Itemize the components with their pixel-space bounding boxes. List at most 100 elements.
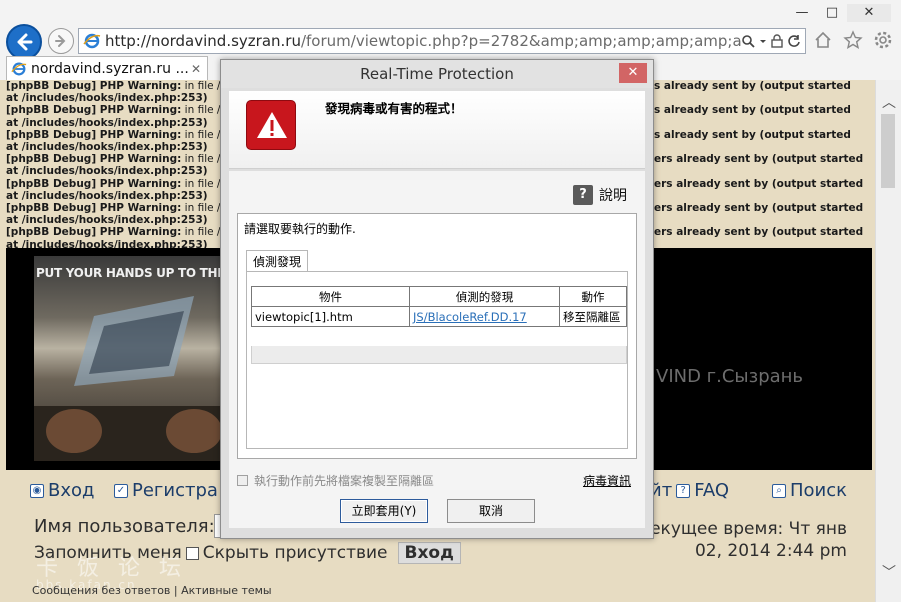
scroll-thumb[interactable]: [881, 114, 895, 188]
lock-icon[interactable]: [771, 34, 783, 48]
login-icon: ◉: [30, 483, 44, 498]
tab-detections[interactable]: 偵測發現: [246, 250, 309, 272]
forward-arrow-icon: [55, 35, 66, 47]
register-icon: ✓: [114, 483, 128, 498]
hide-presence-label: Скрыть присутствие: [202, 543, 388, 563]
action-prompt: 請選取要執行的動作.: [244, 222, 356, 236]
refresh-icon[interactable]: [787, 34, 801, 48]
time-line-2: 02, 2014 2:44 pm: [694, 541, 847, 561]
copy-quarantine-label: 執行動作前先將檔案複製至隔離區: [254, 474, 435, 488]
debug-line-right: ers already sent by (output started: [654, 226, 864, 239]
hide-presence-checkbox[interactable]: [185, 546, 199, 560]
ie-favicon-icon: [83, 33, 101, 49]
dialog-header: 發現病毒或有害的程式！: [229, 91, 645, 169]
detections-tab-content: 物件 偵測的發現 動作 viewtopic[1].htm JS/BlacoleR…: [246, 271, 628, 449]
browser-tab[interactable]: nordavind.syzran.ru ... ✕: [6, 56, 208, 80]
window-controls: — □ ✕: [787, 4, 891, 22]
address-tools: [741, 34, 805, 48]
debug-line-left: [phpBB Debug] PHP Warning: in file /i: [6, 202, 224, 214]
copy-to-quarantine-option: 執行動作前先將檔案複製至隔離區: [237, 472, 434, 489]
debug-line-left: [phpBB Debug] PHP Warning: in file /i: [6, 177, 224, 190]
virus-info-link[interactable]: 病毒資訊: [583, 472, 631, 489]
cancel-button[interactable]: 取消: [447, 499, 535, 523]
current-time: Текущее время: Чт янв 02, 2014 2:44 pm: [640, 518, 847, 562]
debug-line-left: at /includes/hooks/index.php:253): [6, 141, 208, 153]
address-host: http://nordavind.syzran.ru: [105, 32, 301, 50]
help-link[interactable]: ? 說明: [573, 185, 627, 205]
detections-table: 物件 偵測的發現 動作 viewtopic[1].htm JS/BlacoleR…: [251, 286, 627, 327]
search-icon[interactable]: [741, 34, 755, 48]
debug-line-right: ers already sent by (output started: [654, 177, 864, 190]
banner-artwork: [34, 296, 230, 461]
page-scrollbar[interactable]: ︿ ﹀: [875, 80, 901, 602]
dropdown-icon[interactable]: [759, 34, 767, 48]
tab-title: nordavind.syzran.ru ...: [31, 60, 189, 77]
address-bar[interactable]: http://nordavind.syzran.ru/forum/viewtop…: [78, 28, 806, 54]
back-arrow-icon: [17, 33, 33, 51]
banner-image: [34, 256, 230, 461]
forward-button[interactable]: [48, 28, 74, 54]
banner-slogan: PUT YOUR HANDS UP TO THE S: [36, 266, 238, 280]
debug-line-left: at /includes/hooks/index.php:253): [6, 189, 208, 202]
nav-faq[interactable]: йт ? FAQ: [650, 480, 729, 501]
time-line-1: Текущее время: Чт янв: [639, 519, 847, 539]
col-detection-header[interactable]: 偵測的發現: [409, 286, 560, 307]
debug-line-left: at /includes/hooks/index.php:253): [6, 165, 208, 178]
cell-object: viewtopic[1].htm: [251, 306, 410, 327]
nav-register[interactable]: ✓ Регистра: [114, 480, 218, 501]
debug-line-right: s already sent by (output started: [654, 80, 851, 92]
nav-search[interactable]: ⌕ Поиск: [772, 480, 847, 501]
tab-close-icon[interactable]: ✕: [191, 62, 201, 76]
ie-tab-favicon-icon: [11, 62, 27, 75]
col-object-header[interactable]: 物件: [251, 286, 410, 307]
home-icon[interactable]: [813, 30, 833, 50]
back-button[interactable]: [6, 24, 42, 60]
settings-gear-icon[interactable]: [873, 30, 893, 50]
table-empty-row: [251, 346, 627, 364]
restore-button[interactable]: □: [817, 4, 847, 22]
apply-now-button[interactable]: 立即套用(Y): [340, 499, 428, 523]
close-window-button[interactable]: ✕: [847, 4, 891, 22]
alert-warning-icon: [246, 100, 296, 150]
search-nav-icon: ⌕: [772, 483, 786, 498]
faq-icon: ?: [676, 483, 691, 498]
address-url[interactable]: http://nordavind.syzran.ru/forum/viewtop…: [105, 32, 741, 50]
cell-detection-link[interactable]: JS/BlacoleRef.DD.17: [409, 306, 560, 327]
copy-quarantine-checkbox[interactable]: [237, 475, 248, 486]
debug-line-left: at /includes/hooks/index.php:253): [6, 116, 208, 129]
help-question-icon: ?: [573, 185, 593, 205]
col-action-header[interactable]: 動作: [559, 286, 627, 307]
dialog-close-button[interactable]: ✕: [619, 63, 647, 83]
login-button[interactable]: Вход: [397, 542, 461, 564]
banner-site-name: VIND г.Сызрань: [656, 366, 804, 387]
debug-line-left: [phpBB Debug] PHP Warning: in file /i: [6, 153, 224, 166]
debug-line-right: s already sent by (output started: [654, 128, 851, 141]
bottom-links[interactable]: Сообщения без ответов | Активные темы: [32, 584, 272, 597]
action-panel: 請選取要執行的動作. 偵測發現 物件 偵測的發現 動作 viewtopic[1]…: [237, 213, 637, 459]
cell-action[interactable]: 移至隔離區: [559, 306, 627, 327]
debug-line-left: [phpBB Debug] PHP Warning: in file /i: [6, 226, 224, 239]
nav-register-label: Регистра: [132, 480, 218, 501]
nav-faq-label: FAQ: [694, 480, 730, 501]
scroll-up-icon[interactable]: ︿: [876, 92, 901, 111]
minimize-button[interactable]: —: [787, 4, 817, 22]
table-row[interactable]: viewtopic[1].htm JS/BlacoleRef.DD.17 移至隔…: [251, 306, 627, 327]
debug-line-left: [phpBB Debug] PHP Warning: in file /i: [6, 104, 224, 117]
debug-line-left: [phpBB Debug] PHP Warning: in file /i: [6, 80, 224, 92]
nav-login[interactable]: ◉ Вход: [30, 480, 94, 501]
detection-link[interactable]: JS/BlacoleRef.DD.17: [413, 310, 527, 324]
dialog-body: ? 說明 請選取要執行的動作. 偵測發現 物件 偵測的發現 動作 viewtop…: [229, 171, 645, 528]
table-header-row: 物件 偵測的發現 動作: [251, 286, 627, 307]
nav-search-label: Поиск: [790, 480, 848, 501]
browser-right-tools: [813, 30, 893, 50]
nav-login-label: Вход: [48, 480, 95, 501]
scroll-down-icon[interactable]: ﹀: [876, 562, 901, 581]
favorites-star-icon[interactable]: [843, 30, 863, 50]
debug-line-left: at /includes/hooks/index.php:253): [6, 214, 208, 227]
dialog-title: Real-Time Protection: [221, 60, 653, 88]
realtime-protection-dialog: Real-Time Protection ✕ 發現病毒或有害的程式！ ? 說明 …: [220, 59, 654, 539]
debug-line-left: [phpBB Debug] PHP Warning: in file /i: [6, 128, 224, 141]
username-label: Имя пользователя:: [34, 516, 215, 537]
address-path: /forum/viewtopic.php?p=2782&amp;amp;amp;…: [300, 32, 741, 50]
debug-line-left: at /includes/hooks/index.php:253): [6, 92, 208, 105]
